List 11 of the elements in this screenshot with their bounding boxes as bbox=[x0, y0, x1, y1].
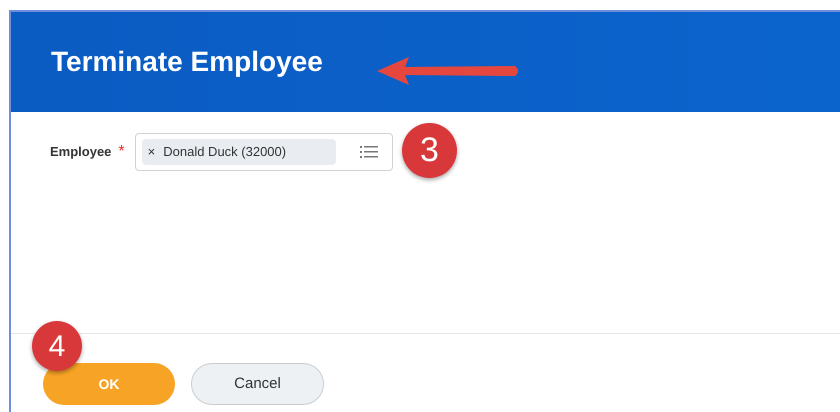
chip-text: Donald Duck (32000) bbox=[163, 143, 286, 162]
field-label: Employee bbox=[50, 143, 112, 162]
step-number-badge: 3 bbox=[402, 123, 457, 178]
page-title: Terminate Employee bbox=[51, 45, 323, 79]
cancel-button[interactable]: Cancel bbox=[191, 363, 324, 405]
remove-button[interactable]: × bbox=[148, 142, 156, 162]
list-icon[interactable] bbox=[360, 145, 378, 159]
required-mark: * bbox=[118, 144, 125, 160]
employee-field[interactable]: × Donald Duck (32000) bbox=[134, 133, 393, 171]
step-number-badge: 4 bbox=[32, 321, 82, 371]
arrow-icon bbox=[375, 54, 521, 88]
